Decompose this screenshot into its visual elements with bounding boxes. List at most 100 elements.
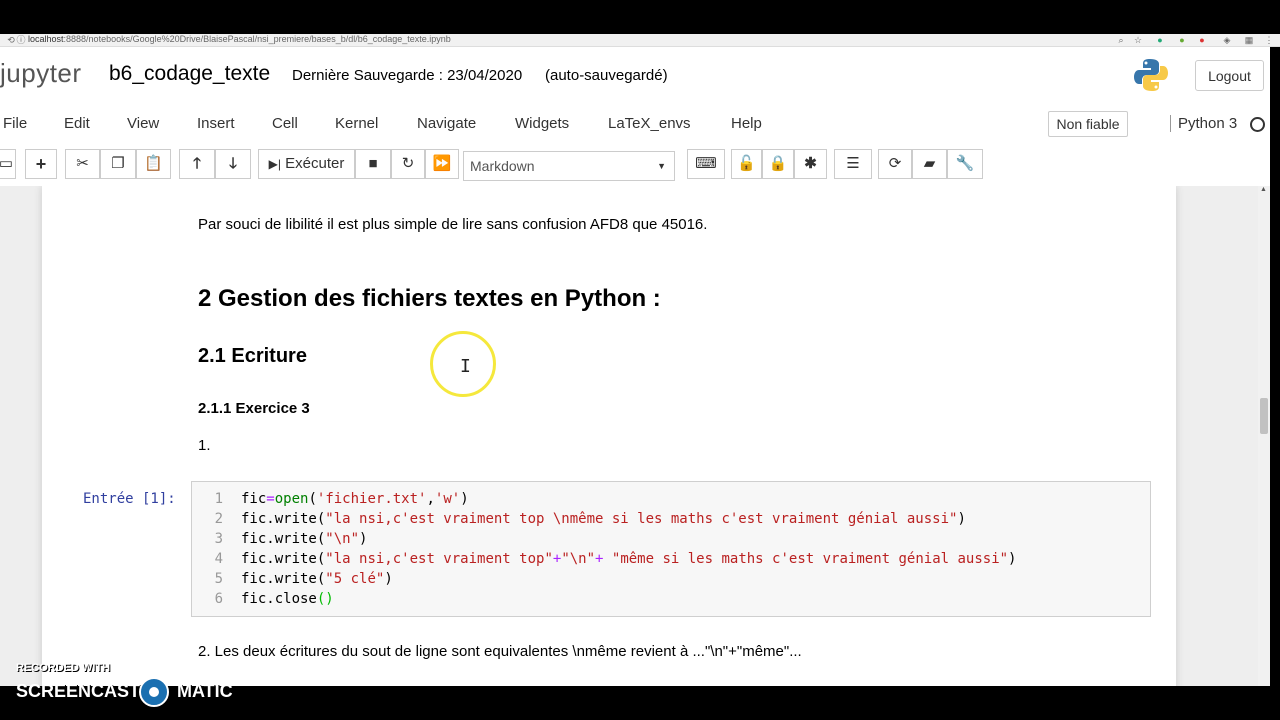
watermark-brand-left: SCREENCAST <box>16 681 141 701</box>
move-up-button[interactable]: 🡑 <box>179 149 215 179</box>
menu-file[interactable]: File <box>3 115 27 132</box>
back-icon[interactable]: ⟲ <box>6 35 16 45</box>
screencast-logo-icon <box>139 677 169 707</box>
heading-level-2: 2.1 Ecriture <box>198 345 307 367</box>
heading-level-3: 2.1.1 Exercice 3 <box>198 400 310 417</box>
save-button[interactable]: ▭ <box>0 149 16 179</box>
line-number: 4 <box>214 551 223 567</box>
paste-button[interactable]: 📋 <box>136 149 171 179</box>
insert-cell-button[interactable]: + <box>25 149 57 179</box>
paste-icon: 📋 <box>144 155 163 172</box>
plus-icon: + <box>35 154 47 174</box>
restart-run-all-button[interactable]: ⏩ <box>425 149 459 179</box>
scrollbar[interactable] <box>1258 186 1270 686</box>
line-number: 5 <box>214 571 223 587</box>
cell-type-select[interactable]: Markdown ▼ <box>463 151 675 181</box>
input-prompt: Entrée [1]: <box>83 491 176 507</box>
copy-button[interactable]: ❐ <box>100 149 136 179</box>
scissors-icon: ✂ <box>76 155 89 172</box>
watermark-brand-right: MATIC <box>177 681 233 701</box>
url-text[interactable]: localhost:8888/notebooks/Google%20Drive/… <box>28 34 451 45</box>
keyboard-shortcuts-button[interactable]: ⌨ <box>687 149 725 179</box>
browser-menu-icon[interactable]: ⋮ <box>1264 35 1274 45</box>
book-icon: ▰ <box>923 155 936 172</box>
trust-button[interactable]: Non fiable <box>1048 111 1128 137</box>
code-line[interactable]: fic.close() <box>241 591 334 607</box>
list-icon: ☰ <box>846 155 860 172</box>
adblock-icon[interactable]: ● <box>1197 35 1207 45</box>
watermark-recorded-with: RECORDED WITH <box>16 662 111 674</box>
browser-url-bar[interactable]: ⟲ ⓘ localhost:8888/notebooks/Google%20Dr… <box>0 34 1280 47</box>
menu-navigate[interactable]: Navigate <box>417 115 476 132</box>
unlock-icon: 🔓 <box>737 155 756 172</box>
markdown-paragraph: Par souci de libilité il est plus simple… <box>198 216 708 233</box>
scrollbar-thumb[interactable] <box>1260 398 1268 434</box>
restart-button[interactable]: ↻ <box>391 149 425 179</box>
stop-icon: ■ <box>368 155 378 172</box>
extension-icon[interactable]: ◈ <box>1222 35 1232 45</box>
python-logo-icon <box>1134 59 1168 91</box>
table-of-contents-button[interactable]: ☰ <box>834 149 872 179</box>
jupyter-logo[interactable]: jupyter <box>0 58 82 89</box>
text-cursor-icon: I <box>460 356 471 377</box>
code-line[interactable]: fic.write("\n") <box>241 531 367 547</box>
move-down-button[interactable]: 🡓 <box>215 149 251 179</box>
heading-level-1: 2 Gestion des fichiers textes en Python … <box>198 285 661 312</box>
asterisk-icon: ✱ <box>804 155 817 172</box>
sync-icon: ⟳ <box>888 155 902 172</box>
arrow-down-icon: 🡓 <box>229 155 237 172</box>
menu-widgets[interactable]: Widgets <box>515 115 569 132</box>
chevron-down-icon: ▼ <box>657 161 666 171</box>
lock-cell-button[interactable]: 🔒 <box>762 149 794 179</box>
copy-icon: ❐ <box>111 155 125 172</box>
last-saved-text: Dernière Sauvegarde : 23/04/2020 <box>292 67 523 84</box>
menu-insert[interactable]: Insert <box>197 115 235 132</box>
list-item: 1. <box>198 437 211 454</box>
lock-icon: 🔒 <box>768 155 788 172</box>
code-line[interactable]: fic.write("5 clé") <box>241 571 393 587</box>
code-line[interactable]: fic.write("la nsi,c'est vraiment top"+"\… <box>241 551 1016 567</box>
settings-button[interactable]: 🔧 <box>947 149 983 179</box>
line-number: 6 <box>214 591 223 607</box>
scroll-up-icon[interactable]: ▲ <box>1260 186 1267 193</box>
extension-icon[interactable]: ● <box>1155 35 1165 45</box>
cell-type-value: Markdown <box>470 158 535 174</box>
asterisk-button[interactable]: ✱ <box>794 149 827 179</box>
arrow-up-icon: 🡑 <box>193 155 201 172</box>
fast-forward-icon: ⏩ <box>432 155 452 172</box>
code-line[interactable]: fic.write("la nsi,c'est vraiment top \nm… <box>241 511 966 527</box>
book-button[interactable]: ▰ <box>912 149 947 179</box>
wrench-icon: 🔧 <box>955 155 975 172</box>
step-forward-icon: ▶| <box>268 157 281 171</box>
menu-help[interactable]: Help <box>731 115 762 132</box>
refresh-icon: ↻ <box>401 155 415 172</box>
markdown-paragraph: 2. Les deux écritures du sout de ligne s… <box>198 643 802 660</box>
unlock-cell-button[interactable]: 🔓 <box>731 149 762 179</box>
line-number: 1 <box>214 491 223 507</box>
run-label: Exécuter <box>285 155 345 172</box>
menu-view[interactable]: View <box>127 115 159 132</box>
kernel-name: Python 3 <box>1170 115 1237 132</box>
line-number: 3 <box>214 531 223 547</box>
menu-latex-envs[interactable]: LaTeX_envs <box>608 115 691 132</box>
cut-button[interactable]: ✂ <box>65 149 100 179</box>
menu-cell[interactable]: Cell <box>272 115 298 132</box>
save-icon: ▭ <box>0 155 14 172</box>
autosave-status: (auto-sauvegardé) <box>545 67 668 84</box>
refresh-toc-button[interactable]: ⟳ <box>878 149 912 179</box>
run-button[interactable]: ▶| Exécuter <box>258 149 355 179</box>
extension-icon[interactable]: ● <box>1177 35 1187 45</box>
code-line[interactable]: fic=open('fichier.txt','w') <box>241 491 469 507</box>
keyboard-icon: ⌨ <box>695 155 717 172</box>
zoom-icon[interactable]: ⌕ <box>1116 35 1126 45</box>
notebook-name[interactable]: b6_codage_texte <box>109 62 270 86</box>
menu-edit[interactable]: Edit <box>64 115 90 132</box>
kernel-idle-indicator-icon <box>1250 117 1265 132</box>
line-number: 2 <box>214 511 223 527</box>
logout-button[interactable]: Logout <box>1195 60 1264 91</box>
info-icon[interactable]: ⓘ <box>16 35 26 45</box>
menu-kernel[interactable]: Kernel <box>335 115 378 132</box>
star-icon[interactable]: ☆ <box>1133 35 1143 45</box>
extension-icon[interactable]: ▦ <box>1244 35 1254 45</box>
interrupt-button[interactable]: ■ <box>355 149 391 179</box>
